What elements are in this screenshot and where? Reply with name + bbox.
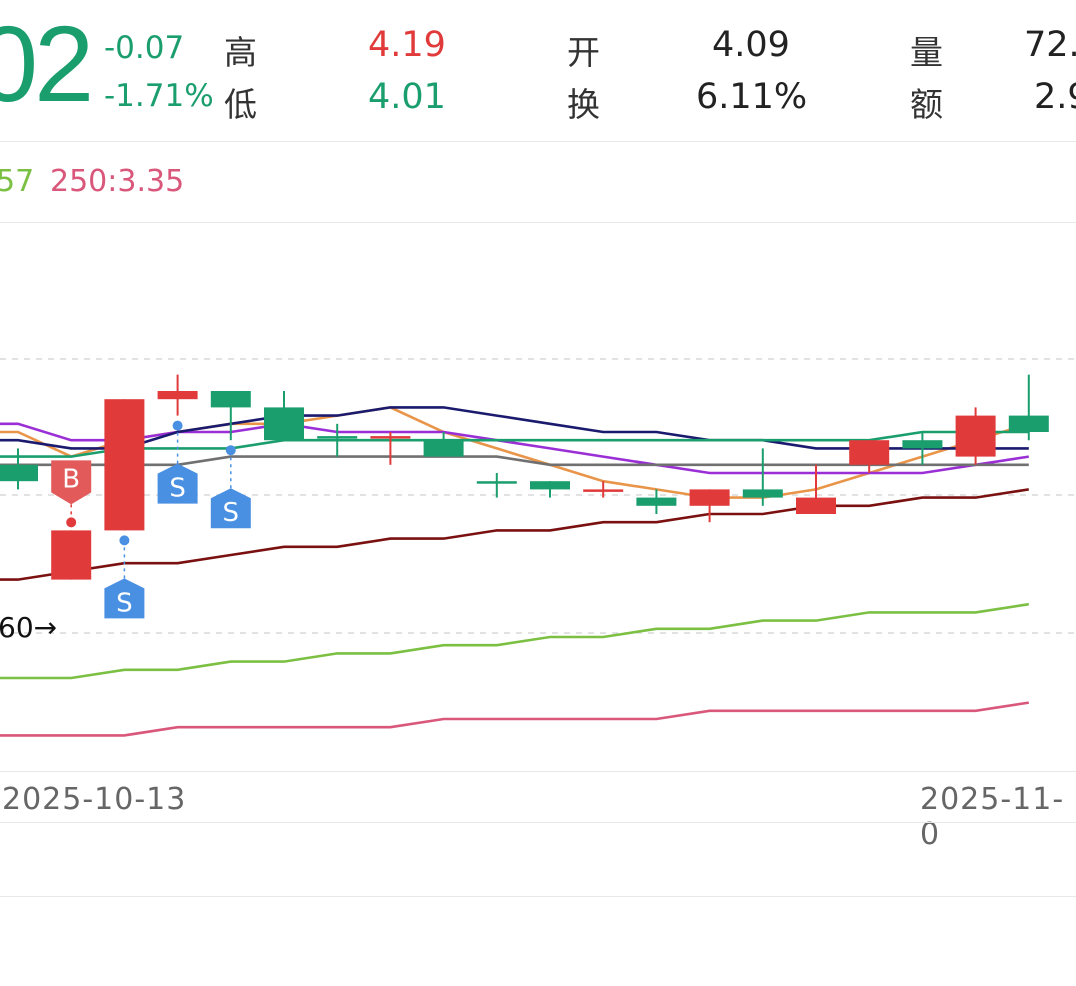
candle-body (317, 436, 358, 439)
price-marker-label: 60→ (0, 611, 57, 644)
candle-body (583, 489, 624, 492)
ma-line-6 (0, 602, 1029, 680)
candle-body (104, 399, 145, 531)
sell-signal-dot (172, 420, 183, 431)
sell-signal-letter: S (169, 474, 186, 504)
buy-signal-0: B (51, 460, 92, 528)
candle-14 (742, 448, 783, 506)
indicator-divider (0, 896, 1076, 897)
candle-18 (955, 407, 996, 465)
candle-body (0, 464, 38, 482)
candle-body (796, 497, 836, 514)
x-axis-end-date: 2025-11-0 (920, 782, 1065, 852)
candle-5 (264, 391, 304, 441)
candle-0 (0, 448, 38, 490)
candle-12 (636, 489, 677, 514)
buy-signal-dot (66, 517, 77, 528)
candle-body (742, 489, 783, 498)
sell-signal-dot (119, 535, 130, 546)
candle-body (1008, 415, 1049, 432)
candle-body (210, 391, 251, 408)
candle-2 (104, 399, 145, 531)
candle-3 (157, 374, 198, 416)
candles (0, 374, 1049, 580)
candle-body (955, 415, 996, 457)
candle-body (157, 391, 198, 400)
axis-divider (0, 822, 1076, 823)
sell-signal-1: S (104, 535, 145, 619)
candle-body (530, 481, 570, 490)
candlestick-chart[interactable]: B S S S 60→ (0, 0, 1076, 986)
candle-body (636, 497, 677, 506)
candle-19 (1008, 374, 1049, 441)
candle-body (264, 407, 304, 441)
candle-1 (51, 530, 92, 580)
ma-line-7 (0, 701, 1029, 737)
x-axis-start-date: 2025-10-13 (2, 782, 187, 817)
buy-signal-letter: B (62, 464, 80, 494)
sell-signal-dot (225, 445, 236, 456)
ma-line-5 (0, 488, 1029, 581)
candle-9 (476, 473, 517, 498)
candle-body (849, 440, 890, 465)
candle-body (689, 489, 730, 506)
sell-signal-letter: S (116, 588, 133, 618)
sell-signal-letter: S (223, 498, 240, 528)
candle-body (423, 440, 464, 457)
candle-body (902, 440, 943, 449)
trade-signals: B S S S (51, 420, 251, 619)
candle-7 (370, 432, 411, 465)
chart-bottom-border (0, 771, 1076, 772)
candle-body (476, 481, 517, 484)
candle-body (51, 530, 92, 580)
candle-body (370, 436, 411, 439)
